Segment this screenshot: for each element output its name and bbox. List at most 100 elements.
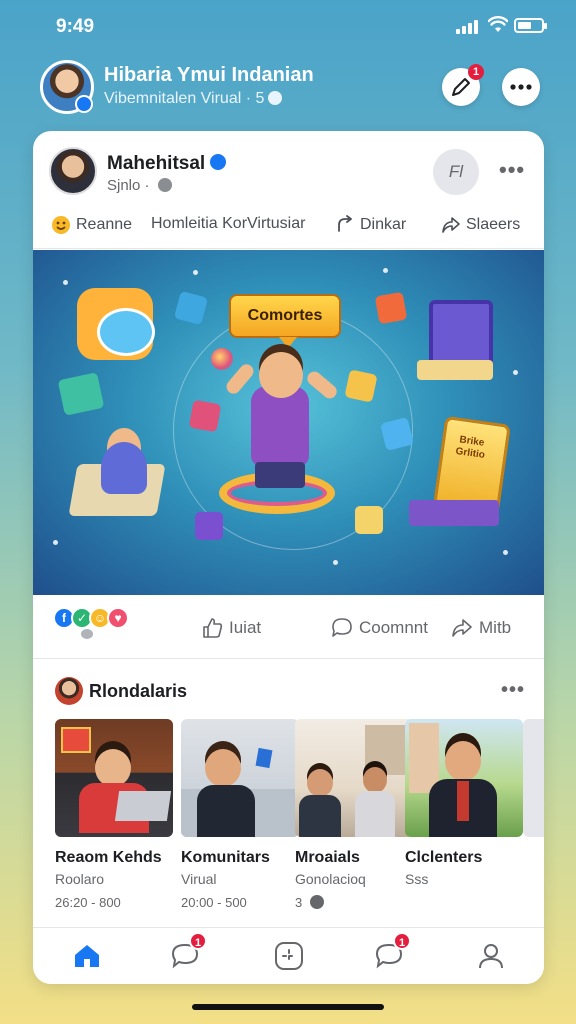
group-tile[interactable]: Mroaials Gonolacioq 3 [295, 719, 413, 910]
chart-card-icon [57, 372, 105, 416]
action-dinkar[interactable]: Dinkar [335, 215, 406, 235]
groups-carousel[interactable]: Reaom Kehds Roolaro 26:20 - 800 Komunita… [33, 719, 544, 919]
author-avatar[interactable] [49, 147, 97, 195]
status-time: 9:49 [56, 16, 95, 37]
comment-label: Coomnnt [359, 618, 428, 637]
author-name-text: Mahehitsal [107, 153, 206, 174]
profile-icon [479, 944, 503, 969]
edit-badge: 1 [468, 64, 484, 80]
action-label: Homleitia KorVirtusiar [151, 215, 306, 232]
group-tile[interactable]: Reaom Kehds Roolaro 26:20 - 800 [55, 719, 173, 910]
group-subtitle: Roolaro [55, 871, 105, 887]
create-icon [275, 942, 303, 970]
follow-button[interactable]: Fl [433, 149, 479, 195]
ball-icon [211, 348, 233, 370]
nav-notifications[interactable]: 1 [369, 932, 411, 976]
cube-icon [188, 399, 222, 433]
page-avatar[interactable] [40, 60, 94, 114]
groups-section-header: Rlondalaris ••• [33, 671, 544, 713]
verified-badge-icon [75, 95, 93, 113]
group-tile[interactable]: Komunitars Virual 20:00 - 500 [181, 719, 299, 910]
hero-head [259, 352, 303, 398]
post-action-bar: Reanne Homleitia KorVirtusiar Dinkar Sla… [33, 207, 544, 249]
page-subtitle-text: Vibemnitalen Virual · 5 [104, 90, 265, 107]
edit-button[interactable]: 1 [442, 64, 484, 106]
link-icon [335, 215, 355, 235]
bottom-nav: 1 1 [33, 927, 544, 984]
messages-badge: 1 [189, 932, 207, 950]
music-cube-icon [374, 291, 408, 325]
battery-fill [518, 22, 531, 29]
group-meta: 20:00 - 500 [181, 895, 247, 910]
post-header: Mahehitsal Sjnlo · Fl ••• [33, 131, 544, 211]
globe-icon [309, 895, 324, 909]
group-thumbnail [295, 719, 413, 837]
cube-icon [355, 506, 383, 534]
hero-character [251, 386, 309, 466]
action-slaeers[interactable]: Slaeers [441, 215, 520, 235]
section-title: Rlondalaris [89, 681, 188, 701]
next-tile-peek[interactable] [523, 719, 544, 837]
share-label: Mitb [479, 618, 512, 637]
like-button[interactable]: Iuiat [201, 617, 261, 639]
right-platform [409, 500, 499, 526]
nav-messages[interactable]: 1 [165, 932, 207, 976]
post-meta-text: Sjnlo · [107, 177, 150, 194]
section-avatar [55, 677, 83, 705]
group-tile[interactable]: Clclenters Sss [405, 719, 523, 895]
author-name[interactable]: Mahehitsal [107, 153, 227, 175]
globe-icon [268, 91, 283, 105]
group-title: Reaom Kehds [55, 849, 162, 866]
reaction-icons[interactable]: f ✓ ☺ ♥ [53, 607, 129, 629]
comortes-banner: Comortes [229, 294, 341, 348]
post-image[interactable]: Comortes Brike Grlitio [33, 250, 544, 595]
globe-icon [157, 178, 172, 192]
action-label: Slaeers [466, 216, 521, 233]
action-label: Reanne [76, 216, 133, 233]
status-bar: 9:49 [0, 0, 576, 50]
group-subtitle: Sss [405, 871, 429, 887]
cube-icon [195, 512, 223, 540]
home-indicator [192, 1004, 384, 1010]
share-button[interactable]: Mitb [451, 617, 511, 639]
group-thumbnail [181, 719, 299, 837]
group-title: Komunitars [181, 849, 270, 866]
group-subtitle: Gonolacioq [295, 871, 366, 887]
group-title: Mroaials [295, 849, 360, 866]
group-thumbnail [405, 719, 523, 837]
more-dots-icon [510, 84, 532, 90]
nav-create[interactable] [269, 936, 309, 976]
comment-button[interactable]: Coomnnt [331, 617, 428, 639]
left-kid-character [101, 442, 147, 494]
nav-home[interactable] [67, 936, 107, 976]
mascot-face [97, 308, 155, 356]
group-subtitle: Virual [181, 871, 217, 887]
action-reanne[interactable]: Reanne [51, 215, 132, 235]
more-options-button[interactable] [502, 68, 540, 106]
like-label: Iuiat [229, 618, 262, 637]
love-reaction-icon: ♥ [107, 607, 129, 629]
action-homleitia[interactable]: Homleitia KorVirtusiar [151, 215, 305, 233]
page-subtitle: Vibemnitalen Virual · 5 [104, 90, 283, 108]
home-icon [75, 945, 99, 967]
group-meta-text: 3 [295, 895, 303, 910]
group-title: Clclenters [405, 849, 483, 866]
wifi-icon [488, 16, 508, 32]
group-thumbnail [55, 719, 173, 837]
section-more-icon[interactable]: ••• [501, 679, 525, 702]
page-header: Hibaria Ymui Indanian Vibemnitalen Virua… [0, 56, 576, 122]
post-meta: Sjnlo · [107, 177, 172, 194]
page-title: Hibaria Ymui Indanian [104, 64, 314, 86]
cube-icon [344, 369, 378, 403]
post-more-icon[interactable]: ••• [499, 157, 525, 183]
share-icon [451, 617, 473, 639]
signal-icon [456, 20, 482, 34]
group-meta: 26:20 - 800 [55, 895, 121, 910]
action-label: Dinkar [360, 216, 407, 233]
comment-icon [331, 617, 353, 639]
post-card: Mahehitsal Sjnlo · Fl ••• Reanne Homleit… [33, 131, 544, 984]
nav-profile[interactable] [471, 936, 511, 976]
thumbs-up-icon [201, 617, 223, 639]
group-meta: 3 [295, 895, 413, 910]
battery-icon [514, 18, 547, 33]
